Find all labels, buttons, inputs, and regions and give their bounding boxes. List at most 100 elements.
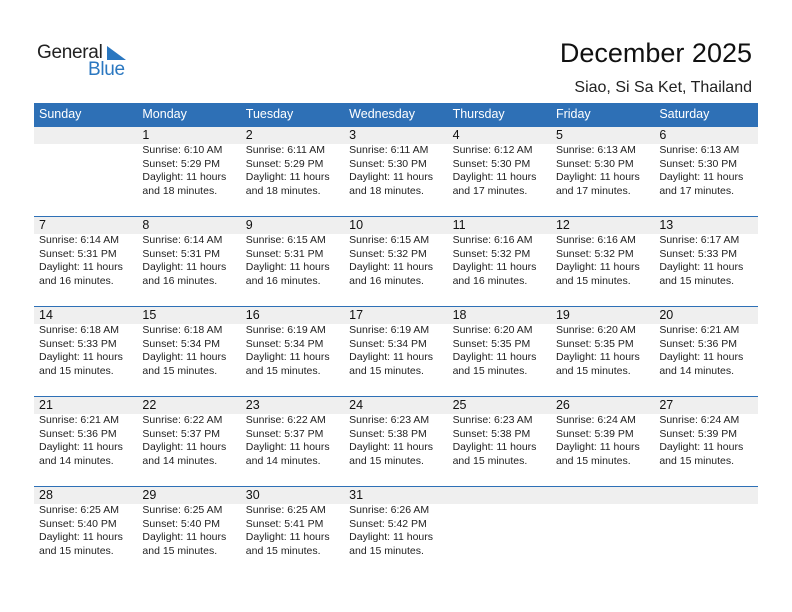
- sunrise-text: Sunrise: 6:18 AM: [39, 324, 119, 336]
- day-sun-info: Sunrise: 6:14 AM Sunset: 5:31 PM Daylight:…: [39, 234, 137, 288]
- daylight-text: Daylight: 11 hours: [349, 351, 434, 364]
- daylight-minutes-text: and 15 minutes.: [659, 454, 735, 467]
- day-number: 29: [142, 488, 157, 502]
- day-sun-info: Sunrise: 6:14 AM Sunset: 5:31 PM Daylight:…: [142, 234, 240, 288]
- weekday-monday: Monday: [142, 107, 187, 121]
- daylight-text: Daylight: 11 hours: [555, 261, 640, 274]
- empty-day-cell: [551, 487, 654, 575]
- sunset-text: Sunset: 5:30 PM: [555, 157, 634, 170]
- sunset-text: Sunset: 5:42 PM: [349, 517, 427, 530]
- daylight-minutes-text: and 16 minutes.: [245, 274, 321, 287]
- day-number: 4: [452, 128, 460, 142]
- sunset-text: Sunset: 5:30 PM: [659, 157, 737, 170]
- daylight-text: Daylight: 11 hours: [245, 261, 330, 274]
- day-cell: 31 Sunrise: 6:26 AM Sunset: 5:42 PM Dayligh…: [344, 487, 447, 575]
- day-cell: 19 Sunrise: 6:20 AM Sunset: 5:35 PM Dayligh…: [551, 307, 654, 395]
- day-cell: 18 Sunrise: 6:20 AM Sunset: 5:35 PM Dayligh…: [448, 307, 551, 395]
- day-sun-info: Sunrise: 6:16 AM Sunset: 5:32 PM Daylight:…: [453, 234, 551, 288]
- week-row: 1 Sunrise: 6:10 AM Sunset: 5:29 PM Daylight…: [34, 126, 758, 217]
- daylight-text: Daylight: 11 hours: [142, 171, 227, 184]
- day-number: 11: [452, 218, 466, 232]
- sunrise-text: Sunrise: 6:12 AM: [452, 144, 533, 156]
- day-sun-info: Sunrise: 6:11 AM Sunset: 5:29 PM Daylight:…: [246, 144, 344, 198]
- day-number: 8: [142, 218, 150, 232]
- day-sun-info: Sunrise: 6:10 AM Sunset: 5:29 PM Daylight:…: [142, 144, 240, 198]
- day-cell: 9 Sunrise: 6:15 AM Sunset: 5:31 PM Daylight…: [241, 217, 344, 305]
- day-cell: 10 Sunrise: 6:15 AM Sunset: 5:32 PM Dayligh…: [344, 217, 447, 305]
- day-sun-info: Sunrise: 6:26 AM Sunset: 5:42 PM Daylight:…: [349, 504, 447, 558]
- day-number: 25: [452, 398, 467, 412]
- sunset-text: Sunset: 5:32 PM: [555, 247, 634, 260]
- daylight-text: Daylight: 11 hours: [659, 171, 744, 184]
- day-number: 27: [659, 398, 674, 412]
- sunrise-text: Sunrise: 6:22 AM: [142, 414, 223, 426]
- day-number: 9: [245, 218, 253, 232]
- week-row: 14 Sunrise: 6:18 AM Sunset: 5:33 PM Dayligh…: [34, 306, 758, 397]
- sunrise-text: Sunrise: 6:22 AM: [245, 414, 326, 426]
- daylight-text: Daylight: 11 hours: [245, 441, 330, 454]
- daylight-minutes-text: and 16 minutes.: [142, 274, 218, 287]
- sunrise-text: Sunrise: 6:20 AM: [452, 324, 533, 336]
- day-number: 21: [39, 398, 53, 412]
- empty-day-cell: [448, 487, 551, 575]
- daylight-minutes-text: and 15 minutes.: [39, 364, 114, 377]
- weekday-saturday: Saturday: [659, 107, 710, 121]
- day-cell: 29 Sunrise: 6:25 AM Sunset: 5:40 PM Dayligh…: [137, 487, 240, 575]
- sunset-text: Sunset: 5:32 PM: [349, 247, 427, 260]
- day-number: 12: [555, 218, 570, 232]
- daylight-minutes-text: and 18 minutes.: [142, 184, 218, 197]
- sunset-text: Sunset: 5:40 PM: [39, 517, 117, 530]
- daylight-minutes-text: and 17 minutes.: [555, 184, 631, 197]
- sunrise-text: Sunrise: 6:13 AM: [555, 144, 636, 156]
- sunrise-text: Sunrise: 6:14 AM: [142, 234, 223, 246]
- sunrise-text: Sunrise: 6:21 AM: [659, 324, 740, 336]
- daylight-text: Daylight: 11 hours: [555, 351, 640, 364]
- day-cell: 11 Sunrise: 6:16 AM Sunset: 5:32 PM Dayligh…: [448, 217, 551, 305]
- day-cell: 30 Sunrise: 6:25 AM Sunset: 5:41 PM Dayligh…: [241, 487, 344, 575]
- sunrise-text: Sunrise: 6:25 AM: [245, 504, 326, 516]
- daylight-minutes-text: and 16 minutes.: [39, 274, 114, 287]
- calendar-location: Siao, Si Sa Ket, Thailand: [574, 79, 752, 96]
- sunset-text: Sunset: 5:33 PM: [659, 247, 737, 260]
- weekday-header: Sunday Monday Tuesday Wednesday Thursday…: [34, 103, 758, 126]
- day-sun-info: Sunrise: 6:21 AM Sunset: 5:36 PM Daylight:…: [39, 414, 137, 468]
- sunrise-text: Sunrise: 6:15 AM: [349, 234, 430, 246]
- day-sun-info: Sunrise: 6:23 AM Sunset: 5:38 PM Daylight:…: [349, 414, 447, 468]
- weekday-wednesday: Wednesday: [349, 107, 415, 121]
- day-cell: 23 Sunrise: 6:22 AM Sunset: 5:37 PM Dayligh…: [241, 397, 344, 485]
- weekday-sunday: Sunday: [39, 107, 82, 121]
- generalblue-logo: General Blue: [37, 42, 137, 82]
- sunrise-text: Sunrise: 6:10 AM: [142, 144, 223, 156]
- daylight-minutes-text: and 15 minutes.: [245, 544, 321, 557]
- sunrise-text: Sunrise: 6:13 AM: [659, 144, 740, 156]
- daylight-text: Daylight: 11 hours: [452, 171, 537, 184]
- day-number: 1: [142, 128, 150, 142]
- daylight-minutes-text: and 15 minutes.: [142, 544, 218, 557]
- sunset-text: Sunset: 5:29 PM: [245, 157, 324, 170]
- sunset-text: Sunset: 5:37 PM: [245, 427, 324, 440]
- day-sun-info: Sunrise: 6:12 AM Sunset: 5:30 PM Daylight:…: [453, 144, 551, 198]
- daylight-minutes-text: and 15 minutes.: [555, 454, 631, 467]
- sunset-text: Sunset: 5:32 PM: [452, 247, 531, 260]
- day-cell: 3 Sunrise: 6:11 AM Sunset: 5:30 PM Daylight…: [344, 127, 447, 215]
- day-sun-info: Sunrise: 6:20 AM Sunset: 5:35 PM Daylight:…: [453, 324, 551, 378]
- daylight-minutes-text: and 14 minutes.: [39, 454, 114, 467]
- day-cell: 24 Sunrise: 6:23 AM Sunset: 5:38 PM Dayligh…: [344, 397, 447, 485]
- week-row: 28 Sunrise: 6:25 AM Sunset: 5:40 PM Dayligh…: [34, 486, 758, 577]
- day-sun-info: Sunrise: 6:15 AM Sunset: 5:31 PM Daylight:…: [246, 234, 344, 288]
- day-sun-info: Sunrise: 6:13 AM Sunset: 5:30 PM Daylight:…: [659, 144, 757, 198]
- sunrise-text: Sunrise: 6:14 AM: [39, 234, 119, 246]
- day-sun-info: Sunrise: 6:24 AM Sunset: 5:39 PM Daylight:…: [659, 414, 757, 468]
- day-sun-info: Sunrise: 6:19 AM Sunset: 5:34 PM Daylight:…: [246, 324, 344, 378]
- sunset-text: Sunset: 5:31 PM: [39, 247, 117, 260]
- day-cell: 16 Sunrise: 6:19 AM Sunset: 5:34 PM Dayligh…: [241, 307, 344, 395]
- day-number: 6: [659, 128, 667, 142]
- daylight-minutes-text: and 15 minutes.: [555, 364, 631, 377]
- day-number: 28: [39, 488, 53, 502]
- daylight-text: Daylight: 11 hours: [659, 351, 744, 364]
- daylight-text: Daylight: 11 hours: [555, 441, 640, 454]
- day-cell: 12 Sunrise: 6:16 AM Sunset: 5:32 PM Dayligh…: [551, 217, 654, 305]
- daylight-minutes-text: and 14 minutes.: [245, 454, 321, 467]
- day-number: 26: [555, 398, 570, 412]
- sunrise-text: Sunrise: 6:19 AM: [349, 324, 430, 336]
